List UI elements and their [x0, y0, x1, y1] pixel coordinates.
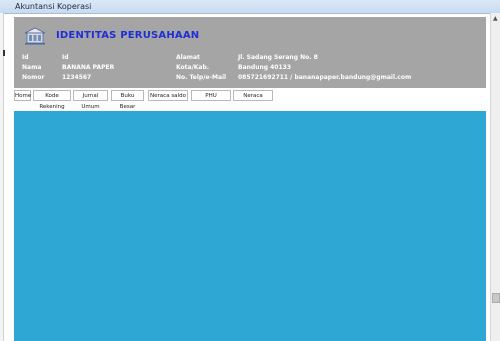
field-label-alamat: Alamat [176, 54, 200, 61]
menu-neraca-button[interactable]: Neraca [233, 90, 273, 101]
window-titlebar: Akuntansi Koperasi [0, 0, 500, 14]
main-menu: Home Kode Rekening Jurnal Umum Buku Besa… [14, 90, 486, 110]
field-value-telp-email: 085721692711 / bananapaper.bandung@gmail… [238, 74, 412, 81]
field-value-nama: BANANA PAPER [62, 64, 115, 71]
page-title: IDENTITAS PERUSAHAAN [56, 30, 200, 41]
field-value-alamat: Jl. Sadang Serang No. 8 [238, 54, 318, 61]
field-value-nomor: 1234567 [62, 74, 92, 81]
menu-home-button[interactable]: Home [14, 90, 31, 101]
main-content-area [14, 111, 486, 341]
field-label-telp-email: No. Telp/e-Mail [176, 74, 227, 81]
field-label-kota: Kota/Kab. [176, 64, 210, 71]
menu-neraca-saldo-button[interactable]: Neraca saldo [148, 90, 188, 101]
scroll-thumb[interactable] [492, 293, 500, 303]
menu-jurnal-umum-button[interactable]: Jurnal Umum [73, 90, 108, 110]
field-label-nama: Nama [22, 64, 42, 71]
building-logo-icon [24, 27, 46, 45]
window-left-edge [0, 13, 4, 341]
company-identity-header: IDENTITAS PERUSAHAAN Id Id Nama BANANA P… [14, 17, 486, 88]
window-title: Akuntansi Koperasi [15, 2, 92, 11]
menu-phu-button[interactable]: PHU [191, 90, 231, 101]
field-value-id: Id [62, 54, 69, 61]
field-value-kota: Bandung 40133 [238, 64, 291, 71]
scroll-up-arrow-icon[interactable]: ▲ [493, 16, 498, 22]
vertical-scrollbar[interactable]: ▲ [490, 13, 500, 341]
left-edge-marker [3, 50, 5, 56]
field-label-nomor: Nomor [22, 74, 45, 81]
menu-buku-besar-button[interactable]: Buku Besar [111, 90, 144, 110]
menu-kode-rekening-button[interactable]: Kode Rekening [33, 90, 71, 110]
field-label-id: Id [22, 54, 29, 61]
